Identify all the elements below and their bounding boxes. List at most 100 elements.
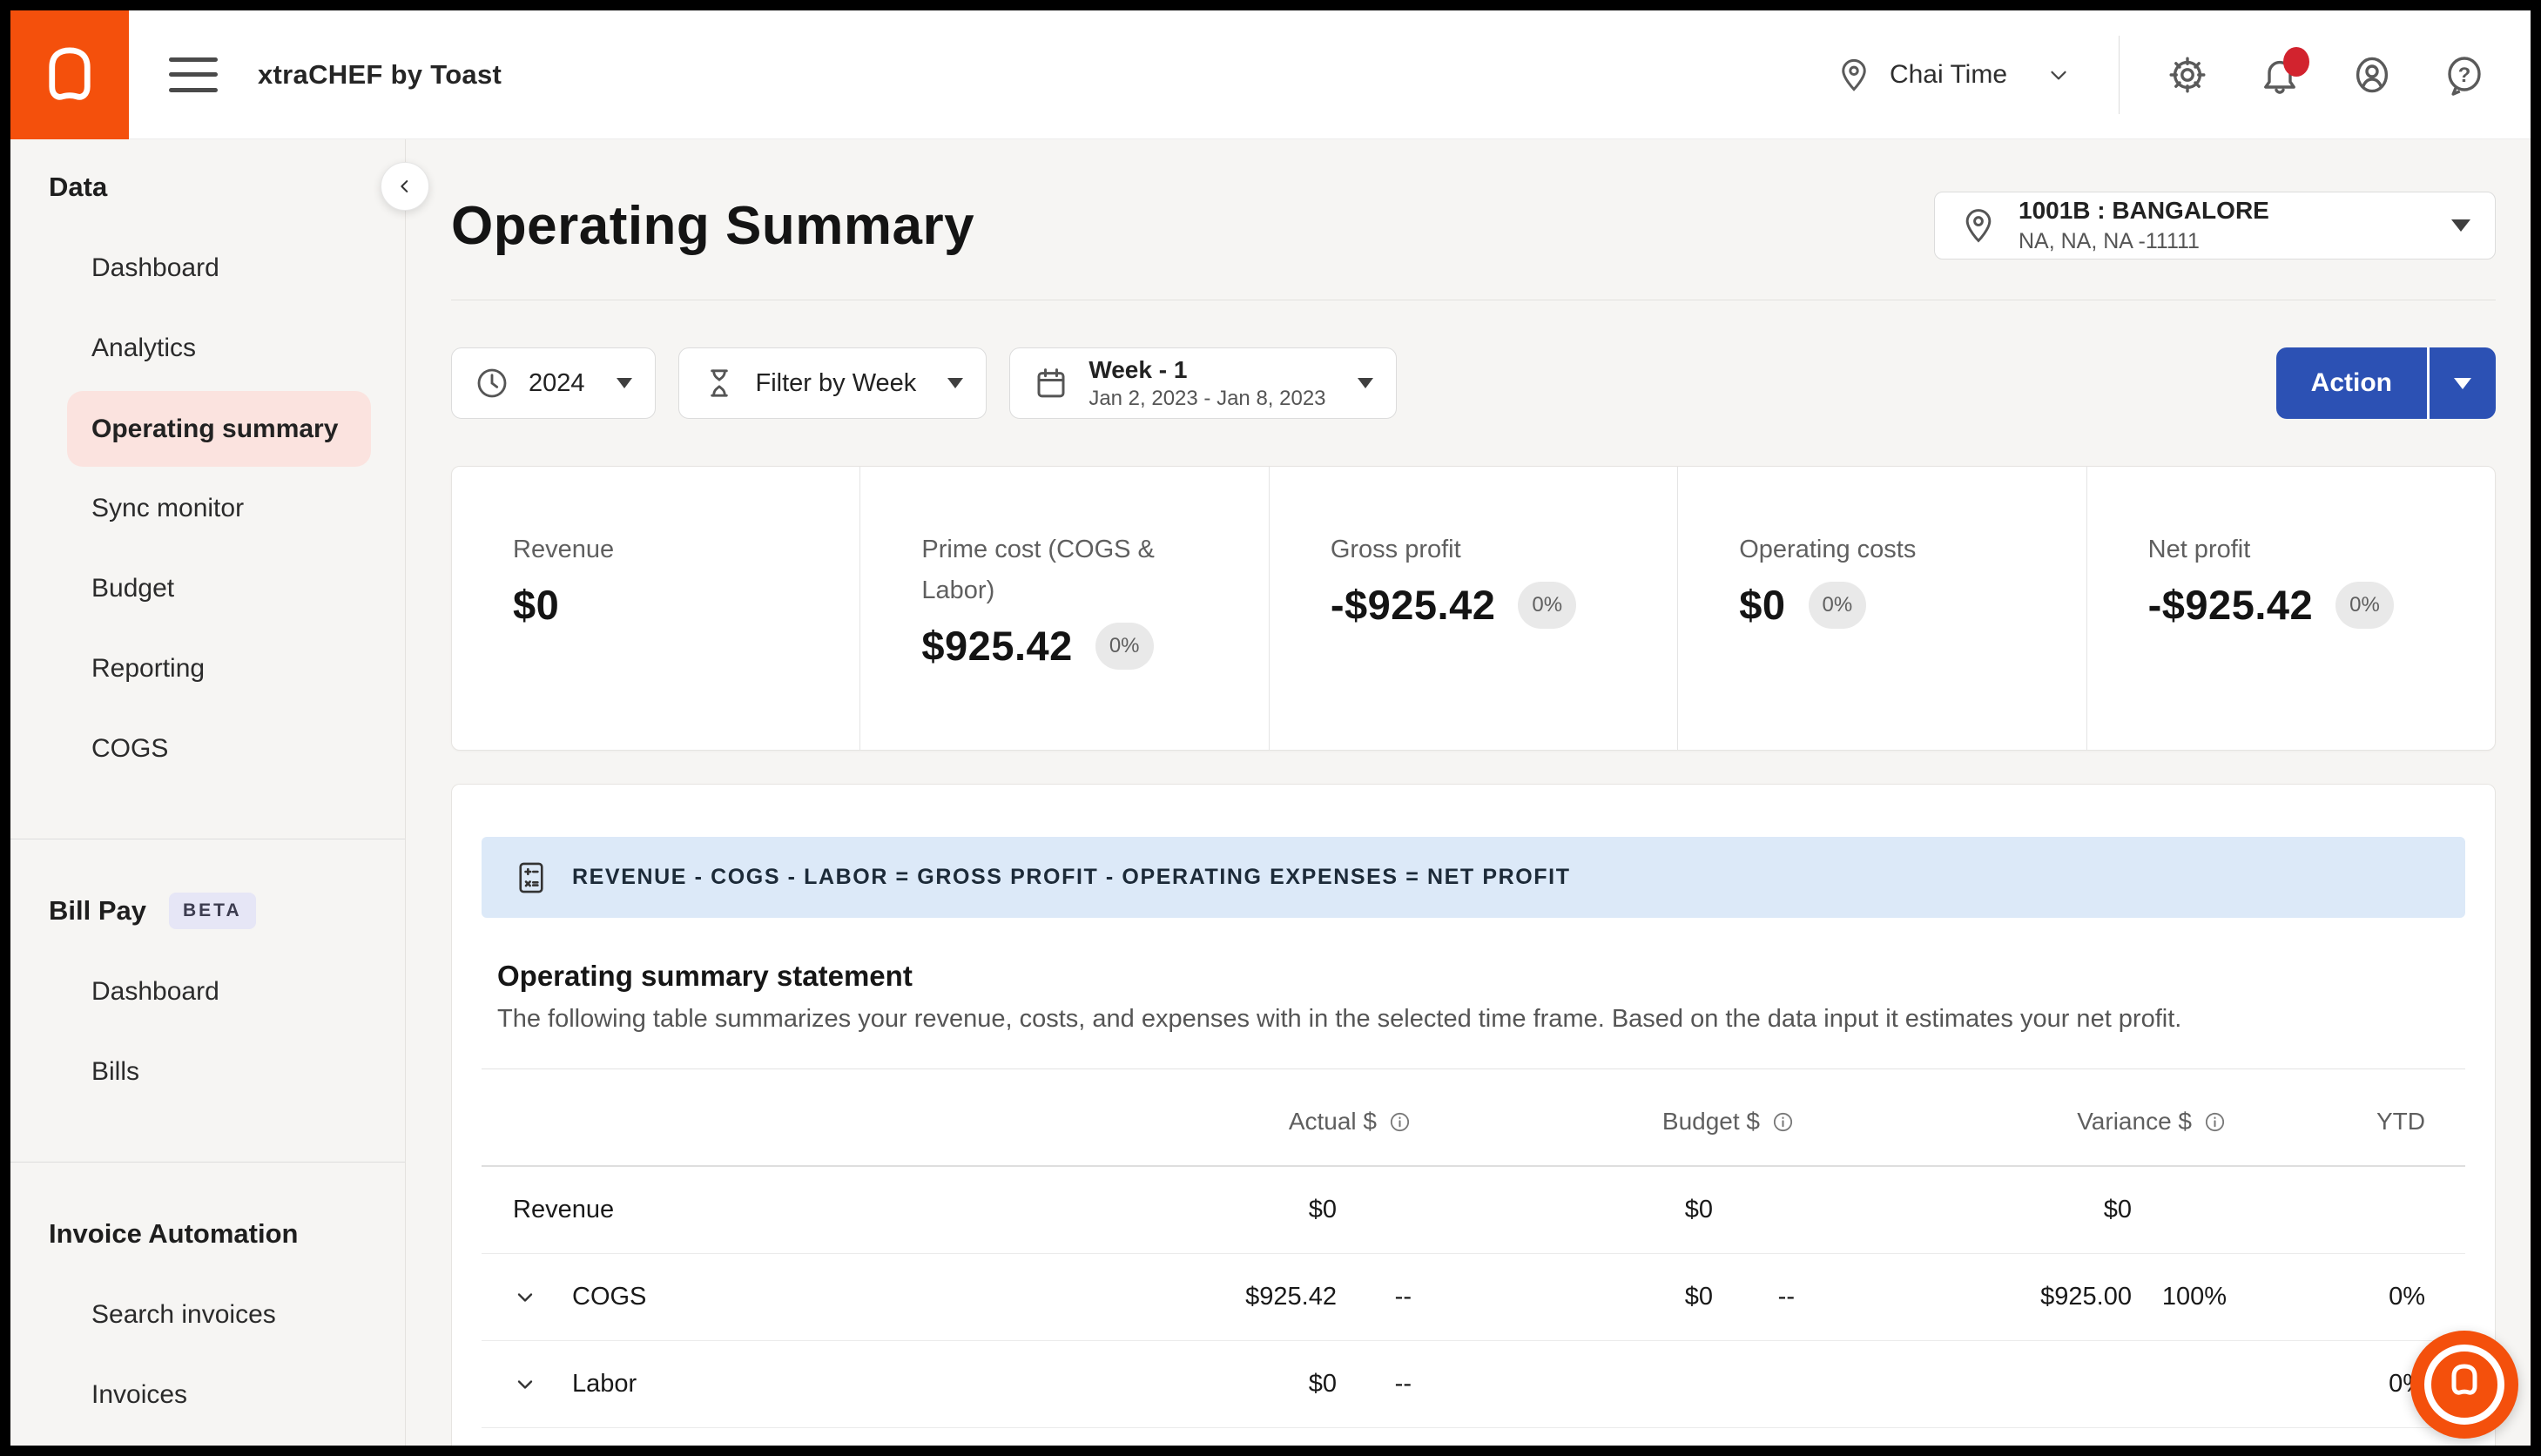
kpi-summary-card: Revenue $0 Prime cost (COGS & Labor) $92… xyxy=(451,466,2496,751)
kpi-label: Gross profit xyxy=(1331,529,1622,570)
action-button[interactable]: Action xyxy=(2276,347,2430,419)
row-label: Revenue xyxy=(482,1196,988,1224)
kpi-value: -$925.42 xyxy=(1331,581,1496,629)
formula-banner: REVENUE - COGS - LABOR = GROSS PROFIT - … xyxy=(482,837,2465,918)
sidebar-item-operating-summary[interactable]: Operating summary xyxy=(67,391,371,467)
sidebar-nav-invoice-automation: Search invoices Invoices xyxy=(10,1275,405,1435)
info-icon[interactable] xyxy=(1771,1110,1795,1134)
kpi-prime-cost: Prime cost (COGS & Labor) $925.42 0% xyxy=(859,467,1268,750)
notification-badge xyxy=(2283,47,2309,77)
sidebar-item-analytics[interactable]: Analytics xyxy=(10,308,405,388)
sidebar-item-bills[interactable]: Bills xyxy=(10,1032,405,1112)
cell-actual: $0 xyxy=(1309,1196,1337,1224)
week-label: Week - 1 xyxy=(1089,356,1325,384)
store-selector[interactable]: Chai Time xyxy=(1836,57,2072,93)
account-button[interactable] xyxy=(2351,54,2393,96)
sidebar-item-dashboard[interactable]: Dashboard xyxy=(10,228,405,308)
row-label-text: COGS xyxy=(572,1283,646,1311)
cell-ytd: 0% xyxy=(2389,1283,2425,1311)
sidebar-nav-data: Dashboard Analytics Operating summary Sy… xyxy=(10,228,405,789)
cell-budget: $0 xyxy=(1685,1283,1713,1311)
cell-budget: $0 xyxy=(1685,1196,1713,1224)
formula-text: REVENUE - COGS - LABOR = GROSS PROFIT - … xyxy=(572,865,1571,890)
table-header-row: Actual $ Budget $ Va xyxy=(482,1069,2465,1167)
toast-chat-icon xyxy=(2410,1331,2518,1439)
toast-bread-icon xyxy=(38,37,101,112)
cell-variance-pct: 100% xyxy=(2162,1283,2227,1311)
help-button[interactable]: ? xyxy=(2443,54,2485,96)
kpi-label: Revenue xyxy=(513,529,805,570)
column-ytd: YTD xyxy=(2376,1108,2425,1136)
sidebar-section-title: Bill Pay xyxy=(49,895,146,927)
table-row-revenue: Revenue $0 $0 $0 xyxy=(482,1167,2465,1254)
action-dropdown-button[interactable] xyxy=(2430,347,2496,419)
svg-text:?: ? xyxy=(2458,64,2471,87)
statement-card: REVENUE - COGS - LABOR = GROSS PROFIT - … xyxy=(451,784,2496,1446)
kpi-net-profit: Net profit -$925.42 0% xyxy=(2086,467,2495,750)
kpi-value: $925.42 xyxy=(921,622,1072,670)
sidebar-item-reporting[interactable]: Reporting xyxy=(10,629,405,709)
week-range: Jan 2, 2023 - Jan 8, 2023 xyxy=(1089,387,1325,411)
cell-variance: $925.00 xyxy=(2040,1283,2132,1311)
calendar-icon xyxy=(1033,365,1069,401)
kpi-label: Operating costs xyxy=(1739,529,2031,570)
menu-icon[interactable] xyxy=(169,57,218,92)
sidebar-nav-billpay: Dashboard Bills xyxy=(10,952,405,1112)
expand-chevron-icon[interactable] xyxy=(513,1372,537,1397)
header-divider xyxy=(2119,36,2120,114)
sidebar-item-billpay-dashboard[interactable]: Dashboard xyxy=(10,952,405,1032)
app-title: xtraCHEF by Toast xyxy=(258,59,502,91)
store-name: Chai Time xyxy=(1890,60,2007,90)
period-type-select[interactable]: Filter by Week xyxy=(678,347,987,419)
period-type-value: Filter by Week xyxy=(756,369,917,398)
column-label: Variance $ xyxy=(2077,1108,2192,1136)
row-label: Labor xyxy=(482,1370,988,1399)
location-name: 1001B : BANGALORE xyxy=(2019,197,2269,225)
sidebar-section-billpay: Bill Pay BETA xyxy=(10,870,405,952)
kpi-percent-badge: 0% xyxy=(1095,623,1154,670)
kpi-percent-badge: 0% xyxy=(2335,582,2394,629)
row-label: COGS xyxy=(482,1283,988,1311)
settings-button[interactable] xyxy=(2167,54,2208,96)
column-label: YTD xyxy=(2376,1108,2425,1136)
expand-chevron-icon[interactable] xyxy=(513,1285,537,1310)
column-label: Actual $ xyxy=(1289,1108,1377,1136)
kpi-value: $0 xyxy=(1739,581,1785,629)
kpi-label: Prime cost (COGS & Labor) xyxy=(921,529,1213,611)
column-budget: Budget $ xyxy=(1662,1108,1795,1136)
week-select[interactable]: Week - 1 Jan 2, 2023 - Jan 8, 2023 xyxy=(1009,347,1396,419)
kpi-operating-costs: Operating costs $0 0% xyxy=(1677,467,2086,750)
location-selector[interactable]: 1001B : BANGALORE NA, NA, NA -11111 xyxy=(1934,192,2496,260)
dropdown-arrow-icon xyxy=(2451,219,2470,232)
statement-heading: Operating summary statement xyxy=(497,960,2465,993)
column-variance: Variance $ xyxy=(2077,1108,2227,1136)
calculator-icon xyxy=(513,859,549,896)
location-pin-icon xyxy=(1959,206,1998,245)
sidebar-item-sync-monitor[interactable]: Sync monitor xyxy=(10,468,405,549)
sidebar-item-budget[interactable]: Budget xyxy=(10,549,405,629)
sidebar-section-data: Data xyxy=(10,146,405,228)
top-bar: xtraCHEF by Toast Chai Time xyxy=(10,10,2531,139)
dropdown-arrow-icon xyxy=(947,378,963,388)
sidebar-collapse-button[interactable] xyxy=(381,162,429,211)
sidebar-section-title: Data xyxy=(49,172,107,203)
kpi-percent-badge: 0% xyxy=(1809,582,1867,629)
row-label-text: Labor xyxy=(572,1370,637,1399)
cell-budget-pct: -- xyxy=(1778,1283,1795,1311)
column-actual: Actual $ xyxy=(1289,1108,1412,1136)
sidebar-item-invoices[interactable]: Invoices xyxy=(10,1355,405,1435)
kpi-gross-profit: Gross profit -$925.42 0% xyxy=(1269,467,1677,750)
kpi-percent-badge: 0% xyxy=(1518,582,1576,629)
toast-logo[interactable] xyxy=(10,10,129,139)
page-title: Operating Summary xyxy=(451,195,974,257)
cell-actual: $925.42 xyxy=(1245,1283,1337,1311)
main-content: Operating Summary 1001B : BANGALORE NA, … xyxy=(406,139,2531,1446)
sidebar-item-cogs[interactable]: COGS xyxy=(10,709,405,789)
support-chat-button[interactable] xyxy=(2410,1331,2518,1439)
year-select[interactable]: 2024 xyxy=(451,347,656,419)
sidebar-item-search-invoices[interactable]: Search invoices xyxy=(10,1275,405,1355)
info-icon[interactable] xyxy=(2203,1110,2227,1134)
statement-description: The following table summarizes your reve… xyxy=(497,1005,2465,1034)
info-icon[interactable] xyxy=(1388,1110,1412,1134)
notifications-button[interactable] xyxy=(2259,54,2301,96)
